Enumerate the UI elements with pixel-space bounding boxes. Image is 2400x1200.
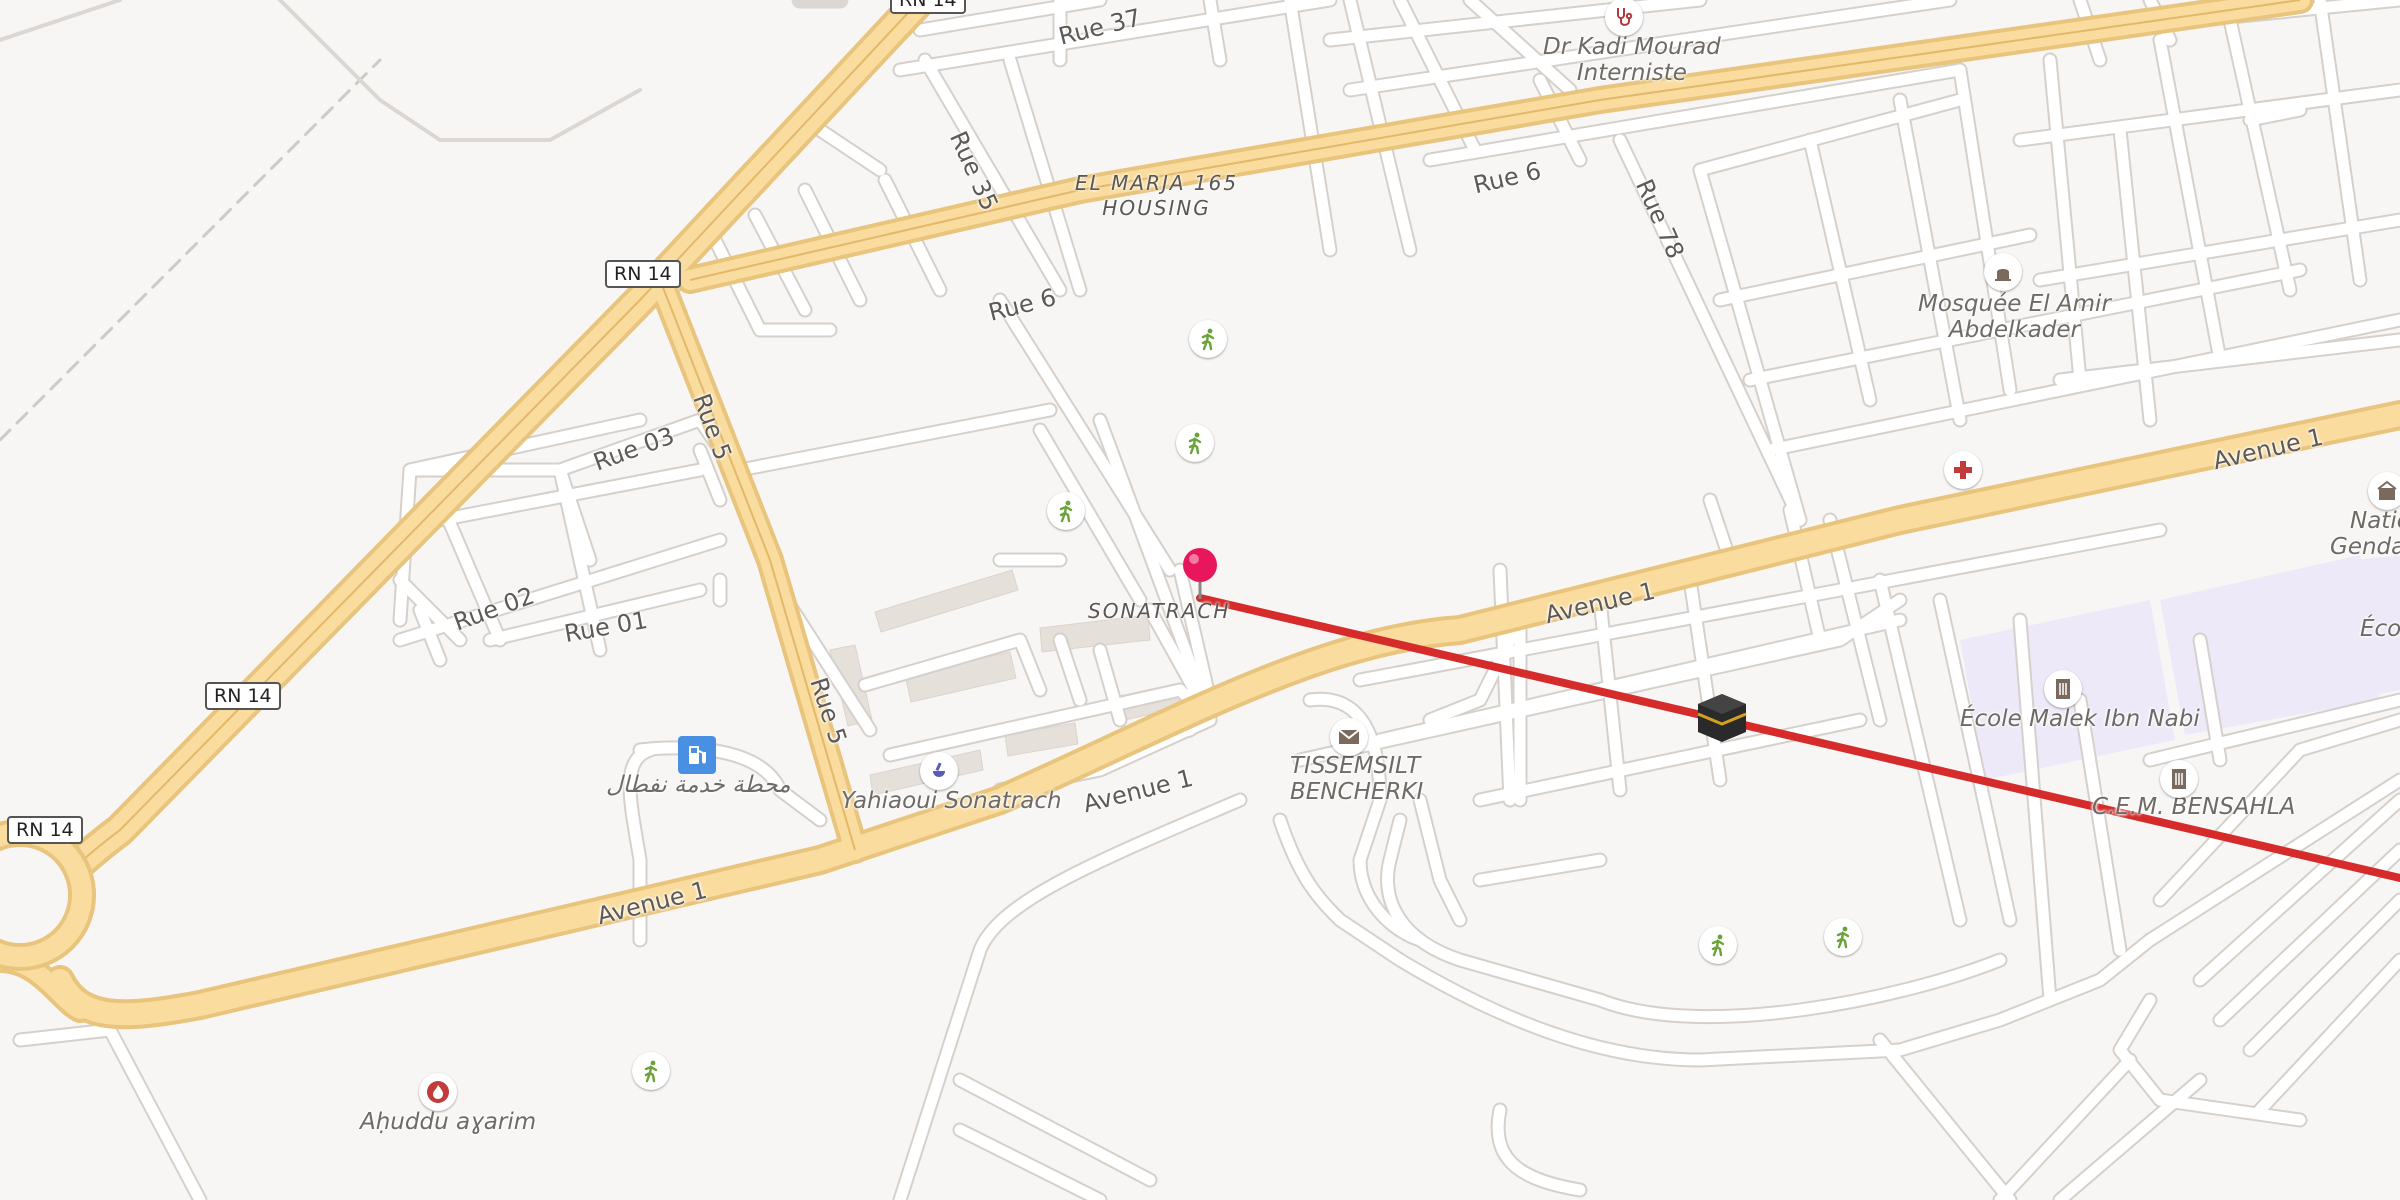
recreation-icon[interactable] — [1699, 926, 1737, 964]
poi-label-school-partial[interactable]: Écol — [2360, 616, 2400, 642]
recreation-icon[interactable] — [1047, 492, 1085, 530]
location-pin-icon[interactable] — [1181, 545, 1219, 601]
school-icon[interactable] — [2160, 760, 2198, 798]
route-shield: RN 14 — [605, 260, 681, 288]
poi-label-school[interactable]: École Malek Ibn Nabi — [1960, 706, 2200, 732]
gendarmerie-icon[interactable] — [2368, 472, 2400, 510]
poi-label-school[interactable]: C.E.M. BENSAHLA — [2092, 794, 2295, 820]
poi-label-mosque[interactable]: Mosquée El Amir Abdelkader — [1918, 291, 2111, 343]
route-shield: RN 14 — [7, 816, 83, 844]
roundabout — [0, 819, 96, 971]
fuel-icon[interactable] — [678, 736, 716, 774]
pharmacy-icon[interactable] — [920, 752, 958, 790]
recreation-icon[interactable] — [632, 1052, 670, 1090]
poi-label-fire-station[interactable]: Aḥuddu aɣarim — [360, 1109, 536, 1135]
area-label-el-marja: EL MARJA 165 HOUSING — [1075, 171, 1239, 220]
map-canvas[interactable]: Rue 37 Rue 35 Rue 6 Rue 6 Rue 78 Rue 03 … — [0, 0, 2400, 1200]
route-shield: RN 14 — [890, 0, 966, 14]
poi-label-doctor[interactable]: Dr Kadi Mourad Interniste — [1543, 34, 1721, 86]
place-of-worship-icon[interactable] — [1984, 253, 2022, 291]
fire-station-icon[interactable] — [419, 1073, 457, 1111]
poi-label-gendarmerie[interactable]: Natio Gendar — [2330, 508, 2400, 560]
post-office-icon[interactable] — [1330, 718, 1368, 756]
recreation-icon[interactable] — [1189, 320, 1227, 358]
hospital-icon[interactable] — [1944, 451, 1982, 489]
area-label-sonatrach: SONATRACH — [1088, 599, 1231, 623]
destination-icon[interactable] — [1696, 692, 1748, 744]
poi-label-gas-station[interactable]: محطة خدمة نفطال — [606, 772, 791, 798]
poi-label-post-office[interactable]: TISSEMSILT BENCHERKI — [1290, 753, 1423, 805]
school-icon[interactable] — [2044, 670, 2082, 708]
route-shield: RN 14 — [205, 682, 281, 710]
poi-label-pharmacy[interactable]: Yahiaoui Sonatrach — [841, 788, 1062, 814]
recreation-icon[interactable] — [1176, 424, 1214, 462]
recreation-icon[interactable] — [1824, 918, 1862, 956]
